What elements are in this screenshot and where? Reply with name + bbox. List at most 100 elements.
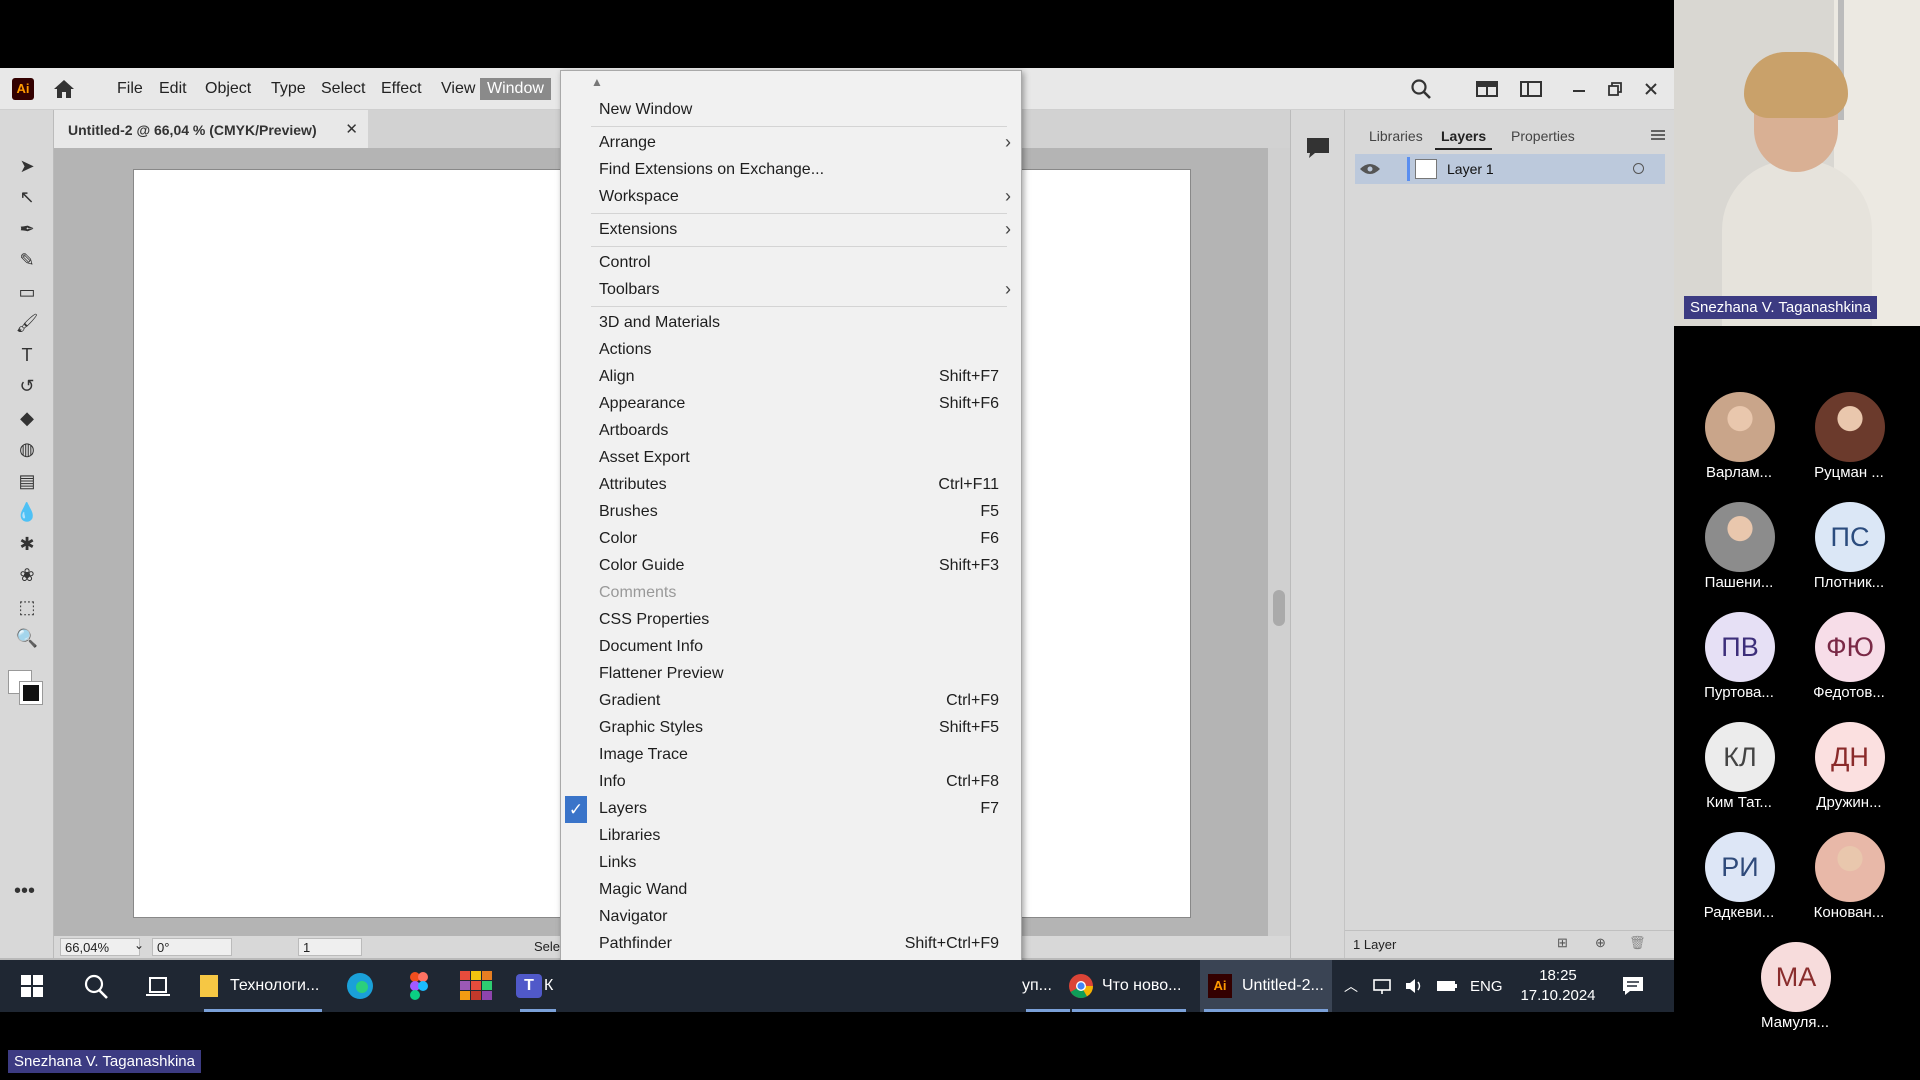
- menu-item-new-window[interactable]: New Window: [561, 97, 1021, 124]
- menu-effect[interactable]: Effect: [374, 78, 429, 100]
- selection-tool-icon[interactable]: ➤: [14, 154, 40, 178]
- symbol-sprayer-tool-icon[interactable]: ❀: [14, 564, 40, 588]
- menu-object[interactable]: Object: [198, 78, 258, 100]
- panel-tab-layers[interactable]: Layers: [1435, 124, 1493, 150]
- edge-icon[interactable]: [342, 960, 378, 1012]
- menu-item-3d-and-materials[interactable]: 3D and Materials: [561, 310, 1021, 337]
- participant-tile[interactable]: РИ Радкеви...: [1684, 832, 1794, 928]
- menu-item-color-guide[interactable]: Color Guide Shift+F3: [561, 553, 1021, 580]
- menu-window[interactable]: Window: [480, 78, 551, 100]
- taskbar-window-partial[interactable]: уп...: [1022, 960, 1074, 1012]
- task-view-icon[interactable]: [140, 960, 176, 1012]
- language-indicator[interactable]: ENG: [1470, 960, 1510, 1012]
- direct-selection-tool-icon[interactable]: ↖: [14, 186, 40, 210]
- menu-item-layers[interactable]: ✓ Layers F7: [561, 796, 1021, 823]
- menu-item-actions[interactable]: Actions: [561, 337, 1021, 364]
- gradient-tool-icon[interactable]: ▤: [14, 469, 40, 493]
- home-icon[interactable]: [52, 78, 76, 100]
- pen-tool-icon[interactable]: ✒: [14, 217, 40, 241]
- menu-edit[interactable]: Edit: [152, 78, 194, 100]
- rotation-field[interactable]: 0°: [152, 938, 232, 956]
- app-grid-icon[interactable]: [458, 960, 494, 1012]
- menu-item-control[interactable]: Control: [561, 250, 1021, 277]
- new-layer-icon[interactable]: ⊕: [1595, 935, 1606, 951]
- menu-item-extensions[interactable]: Extensions ›: [561, 217, 1021, 244]
- panel-menu-icon[interactable]: [1651, 128, 1665, 146]
- zoom-dropdown-icon[interactable]: ⌄: [134, 938, 144, 952]
- menu-item-document-info[interactable]: Document Info: [561, 634, 1021, 661]
- menu-item-flattener-preview[interactable]: Flattener Preview: [561, 661, 1021, 688]
- delete-layer-icon[interactable]: 🗑: [1629, 935, 1646, 951]
- artboard-tool-icon[interactable]: ⬚: [14, 595, 40, 619]
- paintbrush-tool-icon[interactable]: 🖌: [14, 312, 40, 336]
- menu-item-toolbars[interactable]: Toolbars ›: [561, 277, 1021, 304]
- workspace-switcher-icon[interactable]: [1518, 76, 1544, 102]
- menu-item-image-trace[interactable]: Image Trace: [561, 742, 1021, 769]
- menu-item-magic-wand[interactable]: Magic Wand: [561, 877, 1021, 904]
- presenter-video[interactable]: Snezhana V. Taganashkina: [1674, 0, 1920, 326]
- taskbar-teams[interactable]: T К: [516, 960, 560, 1012]
- participant-tile[interactable]: Варлам...: [1684, 392, 1794, 488]
- menu-item-artboards[interactable]: Artboards: [561, 418, 1021, 445]
- restore-icon[interactable]: [1602, 76, 1628, 102]
- notifications-icon[interactable]: [1618, 960, 1648, 1012]
- menu-item-find-extensions-on-exchange[interactable]: Find Extensions on Exchange...: [561, 157, 1021, 184]
- layer-row[interactable]: Layer 1: [1355, 154, 1665, 184]
- menu-item-links[interactable]: Links: [561, 850, 1021, 877]
- panel-tab-properties[interactable]: Properties: [1505, 124, 1581, 148]
- participant-tile[interactable]: МА Мамуля...: [1740, 942, 1850, 1038]
- layer-target-icon[interactable]: [1633, 163, 1644, 174]
- eraser-tool-icon[interactable]: ◆: [14, 406, 40, 430]
- participant-tile[interactable]: ФЮ Федотов...: [1794, 612, 1904, 708]
- curvature-tool-icon[interactable]: ✎: [14, 249, 40, 273]
- battery-icon[interactable]: [1436, 960, 1458, 1012]
- menu-item-attributes[interactable]: Attributes Ctrl+F11: [561, 472, 1021, 499]
- search-icon[interactable]: [1408, 76, 1434, 102]
- clock[interactable]: 18:25 17.10.2024: [1520, 960, 1596, 1012]
- network-icon[interactable]: [1372, 960, 1394, 1012]
- menu-item-brushes[interactable]: Brushes F5: [561, 499, 1021, 526]
- taskbar-file-explorer[interactable]: Технологи...: [200, 960, 326, 1012]
- search-taskbar-icon[interactable]: [76, 960, 116, 1012]
- zoom-field[interactable]: 66,04%: [60, 938, 140, 956]
- eyedropper-tool-icon[interactable]: 💧: [14, 501, 40, 525]
- menu-item-color[interactable]: Color F6: [561, 526, 1021, 553]
- fill-stroke-swatches[interactable]: [8, 670, 44, 710]
- menu-view[interactable]: View: [434, 78, 482, 100]
- rectangle-tool-icon[interactable]: ▭: [14, 280, 40, 304]
- menu-item-align[interactable]: Align Shift+F7: [561, 364, 1021, 391]
- artboard-number-field[interactable]: 1: [298, 938, 362, 956]
- new-sublayer-icon[interactable]: ⊞: [1557, 935, 1568, 951]
- participant-tile[interactable]: Руцман ...: [1794, 392, 1904, 488]
- menu-select[interactable]: Select: [314, 78, 372, 100]
- more-tools-icon[interactable]: •••: [14, 880, 35, 903]
- menu-item-libraries[interactable]: Libraries: [561, 823, 1021, 850]
- volume-icon[interactable]: [1404, 960, 1426, 1012]
- arrange-documents-icon[interactable]: [1474, 76, 1500, 102]
- minimize-icon[interactable]: [1566, 76, 1592, 102]
- menu-type[interactable]: Type: [264, 78, 313, 100]
- tray-chevron-icon[interactable]: ︿: [1344, 960, 1360, 1012]
- menu-item-navigator[interactable]: Navigator: [561, 904, 1021, 931]
- taskbar-chrome[interactable]: Что ново...: [1068, 960, 1190, 1012]
- menu-item-workspace[interactable]: Workspace ›: [561, 184, 1021, 211]
- comments-icon[interactable]: [1305, 136, 1331, 165]
- shape-builder-tool-icon[interactable]: ◍: [14, 438, 40, 462]
- participant-tile[interactable]: Конован...: [1794, 832, 1904, 928]
- visibility-eye-icon[interactable]: [1359, 162, 1381, 181]
- taskbar-illustrator[interactable]: Ai Untitled-2...: [1200, 960, 1332, 1012]
- participant-tile[interactable]: Пашени...: [1684, 502, 1794, 598]
- close-tab-icon[interactable]: ✕: [345, 120, 358, 138]
- menu-item-css-properties[interactable]: CSS Properties: [561, 607, 1021, 634]
- menu-item-pathfinder[interactable]: Pathfinder Shift+Ctrl+F9: [561, 931, 1021, 958]
- puppet-warp-tool-icon[interactable]: ✱: [14, 532, 40, 556]
- document-tab[interactable]: Untitled-2 @ 66,04 % (CMYK/Preview) ✕: [54, 110, 368, 148]
- participant-tile[interactable]: ДН Дружин...: [1794, 722, 1904, 818]
- menu-item-gradient[interactable]: Gradient Ctrl+F9: [561, 688, 1021, 715]
- participant-tile[interactable]: ПС Плотник...: [1794, 502, 1904, 598]
- rotate-tool-icon[interactable]: ↺: [14, 375, 40, 399]
- menu-item-info[interactable]: Info Ctrl+F8: [561, 769, 1021, 796]
- scroll-up-arrow-icon[interactable]: ▲: [591, 75, 603, 89]
- participant-tile[interactable]: КЛ Ким Тат...: [1684, 722, 1794, 818]
- menu-item-arrange[interactable]: Arrange ›: [561, 130, 1021, 157]
